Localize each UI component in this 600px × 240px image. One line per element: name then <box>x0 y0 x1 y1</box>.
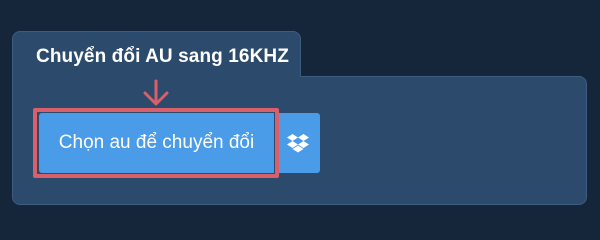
arrow-down-icon <box>143 79 169 106</box>
dropbox-icon <box>287 134 309 153</box>
highlight-box <box>33 108 279 178</box>
converter-title: Chuyển đổi AU sang 16KHZ <box>36 46 289 67</box>
dropbox-button[interactable] <box>276 113 320 173</box>
